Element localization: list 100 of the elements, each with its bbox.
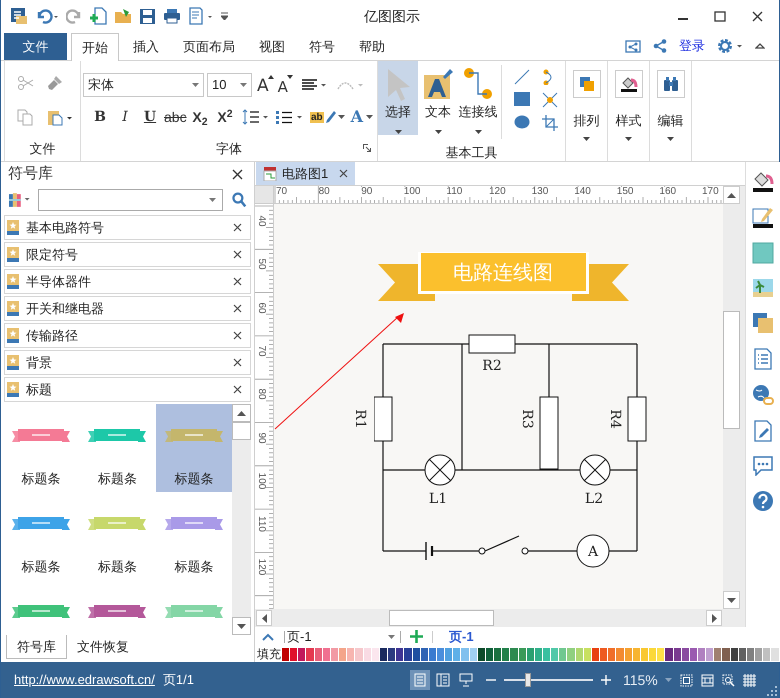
settings-icon[interactable]: [717, 38, 743, 54]
ellipse-icon[interactable]: [514, 115, 530, 129]
scroll-down-icon[interactable]: [727, 598, 736, 602]
color-swatch[interactable]: [290, 648, 298, 660]
shrink-font-button[interactable]: A: [278, 74, 293, 96]
color-swatch[interactable]: [364, 648, 371, 660]
scrollbar[interactable]: [232, 404, 251, 635]
color-swatch[interactable]: [330, 648, 338, 660]
color-swatch[interactable]: [461, 648, 469, 660]
color-swatch[interactable]: [526, 648, 534, 660]
shape-item[interactable]: 标题条: [156, 492, 232, 580]
line-icon[interactable]: [514, 69, 530, 85]
color-swatch[interactable]: [412, 648, 420, 660]
grow-font-button[interactable]: A: [257, 74, 274, 96]
color-swatch[interactable]: [746, 648, 754, 660]
color-swatch[interactable]: [690, 648, 697, 660]
fit-page-icon[interactable]: [680, 674, 693, 686]
color-swatch[interactable]: [706, 648, 714, 660]
color-swatch[interactable]: [682, 648, 689, 660]
horizontal-scrollbar[interactable]: [255, 609, 723, 627]
category-header[interactable]: 传输路径: [4, 323, 251, 348]
color-swatch[interactable]: [657, 648, 664, 660]
document-list-icon[interactable]: [753, 348, 773, 370]
color-swatch[interactable]: [592, 648, 600, 660]
search-icon[interactable]: [232, 192, 247, 208]
line-spacing-icon[interactable]: [242, 109, 270, 125]
scroll-down-icon[interactable]: [237, 624, 246, 628]
scroll-thumb[interactable]: [723, 311, 740, 429]
ribbon-tab[interactable]: 开始: [71, 33, 119, 61]
color-swatch[interactable]: [486, 648, 494, 660]
font-size-dropdown[interactable]: 10: [207, 73, 252, 97]
caret-icon[interactable]: [664, 678, 672, 682]
highlight-button[interactable]: ab: [310, 107, 345, 127]
vertical-scrollbar[interactable]: [723, 186, 740, 609]
brush-icon[interactable]: [46, 75, 62, 91]
layers-icon[interactable]: [752, 312, 774, 334]
scroll-thumb[interactable]: [389, 610, 494, 626]
panel-tab[interactable]: 符号库: [6, 635, 67, 659]
color-swatch[interactable]: [738, 648, 746, 660]
landscape-image-icon[interactable]: [752, 278, 774, 298]
color-swatch[interactable]: [600, 648, 608, 660]
color-swatch[interactable]: [674, 648, 681, 660]
color-swatch[interactable]: [534, 648, 542, 660]
category-header[interactable]: 限定符号: [4, 242, 251, 267]
shape-item[interactable]: 标题条: [3, 404, 80, 492]
ribbon-button[interactable]: 编辑: [656, 61, 684, 161]
color-swatch[interactable]: [470, 648, 477, 660]
resize-grip-icon[interactable]: [767, 686, 777, 696]
color-swatch[interactable]: [551, 648, 558, 660]
shape-item[interactable]: 标题条: [156, 404, 232, 492]
ribbon-button[interactable]: 排列: [572, 61, 600, 161]
dialog-launcher-icon[interactable]: [363, 144, 371, 152]
undo-icon[interactable]: [35, 8, 59, 24]
color-swatch[interactable]: [314, 648, 322, 660]
category-header[interactable]: 背景: [4, 350, 251, 375]
color-swatch[interactable]: [322, 648, 330, 660]
website-link[interactable]: http://www.edrawsoft.cn/: [14, 670, 155, 690]
color-swatch[interactable]: [372, 648, 379, 660]
color-swatch[interactable]: [763, 648, 770, 660]
folder-icon[interactable]: [114, 7, 132, 25]
document-tab[interactable]: 电路图1: [256, 162, 356, 185]
color-swatch[interactable]: [608, 648, 616, 660]
color-swatch[interactable]: [339, 648, 346, 660]
paste-icon[interactable]: [46, 109, 72, 126]
color-swatch[interactable]: [380, 648, 388, 660]
close-icon[interactable]: [752, 10, 763, 22]
app-logo-icon[interactable]: [10, 7, 28, 25]
zoom-select-icon[interactable]: [722, 674, 735, 686]
color-swatch[interactable]: [420, 648, 428, 660]
color-swatch[interactable]: [567, 648, 575, 660]
crop-icon[interactable]: [542, 115, 558, 131]
fill-bucket-icon[interactable]: [752, 170, 774, 192]
ribbon-button[interactable]: 样式: [614, 61, 642, 161]
close-icon[interactable]: [233, 223, 242, 232]
zoom-in-icon[interactable]: [600, 675, 611, 685]
maximize-icon[interactable]: [714, 10, 726, 22]
fit-width-icon[interactable]: [700, 674, 714, 686]
collapse-up-icon[interactable]: [262, 632, 274, 640]
ribbon-tab[interactable]: 页面布局: [173, 33, 245, 60]
share-icon[interactable]: [653, 39, 667, 53]
ribbon-tab[interactable]: 视图: [249, 33, 295, 60]
save-icon[interactable]: [139, 8, 156, 24]
color-swatch[interactable]: [714, 648, 722, 660]
shape-item[interactable]: 标题条: [3, 492, 80, 580]
category-header[interactable]: 基本电路符号: [4, 215, 251, 240]
cross-point-icon[interactable]: [542, 92, 558, 108]
color-swatch[interactable]: [632, 648, 640, 660]
close-icon[interactable]: [233, 385, 242, 394]
customize-caret-icon[interactable]: [221, 12, 228, 20]
line-pen-icon[interactable]: [752, 206, 774, 228]
color-swatch[interactable]: [640, 648, 648, 660]
search-field[interactable]: [38, 189, 224, 211]
scroll-right-icon[interactable]: [712, 614, 716, 622]
page-dropdown[interactable]: 页-1: [285, 626, 400, 646]
color-swatch[interactable]: [502, 648, 510, 660]
collapse-ribbon-icon[interactable]: [755, 42, 765, 50]
shape-item[interactable]: 标题条: [79, 404, 156, 492]
close-icon[interactable]: [233, 358, 242, 367]
color-swatch[interactable]: [510, 648, 518, 660]
scroll-left-icon[interactable]: [262, 614, 266, 622]
